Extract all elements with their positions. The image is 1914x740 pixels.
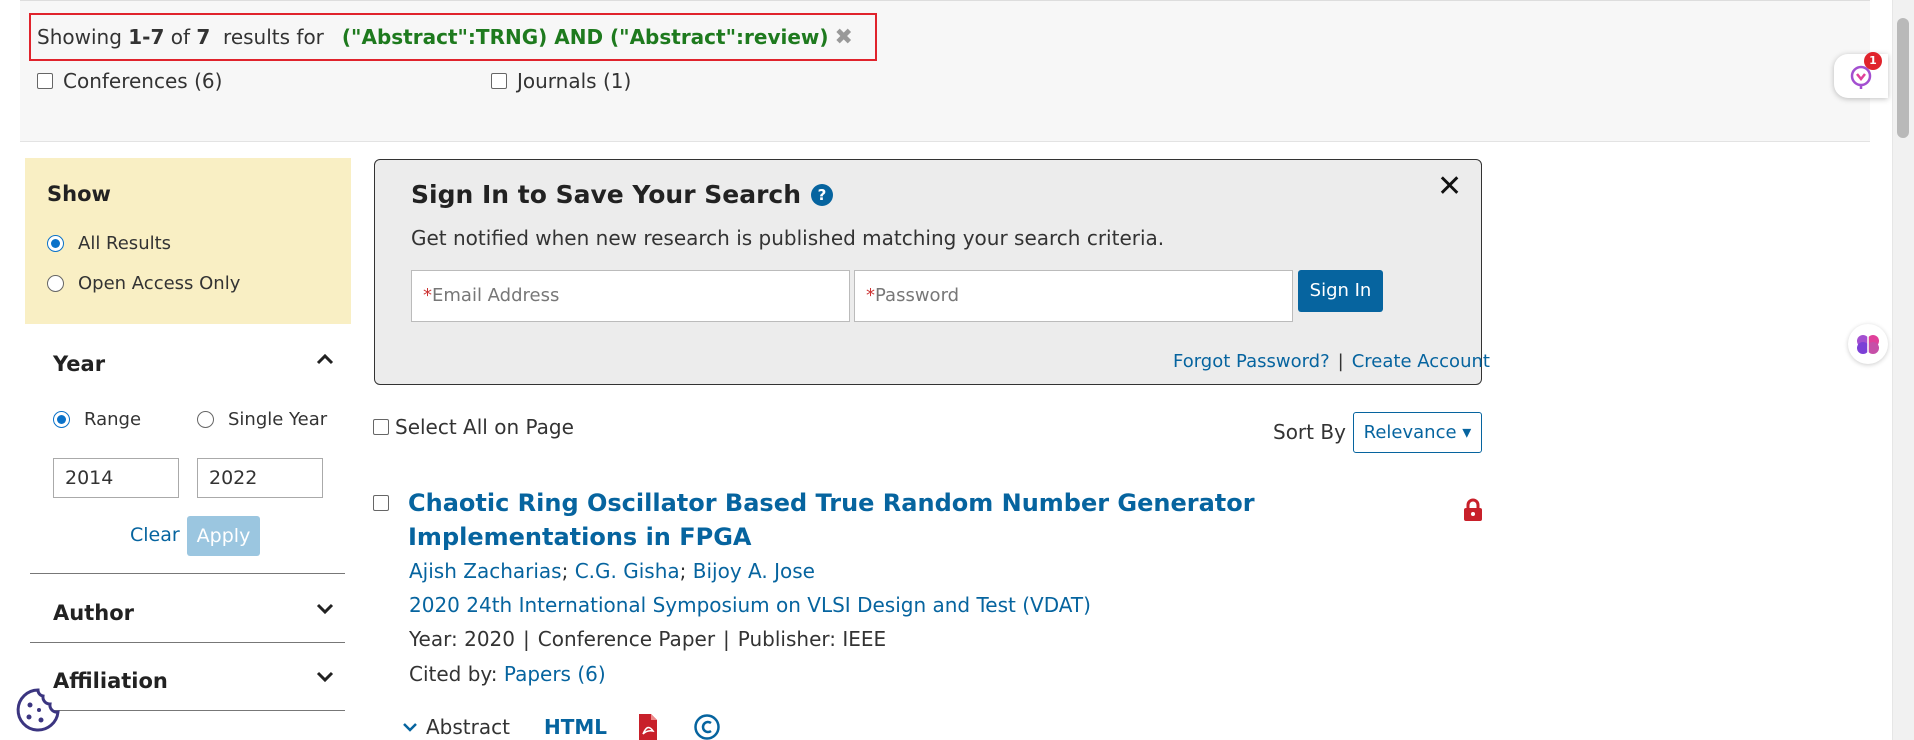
single-year-label: Single Year	[228, 409, 328, 430]
cited-papers-link[interactable]: Papers (6)	[504, 662, 606, 686]
show-open-access[interactable]: Open Access Only	[47, 273, 240, 294]
close-icon[interactable]: ✕	[1437, 172, 1462, 202]
select-all-checkbox[interactable]	[373, 419, 389, 435]
author-link[interactable]: C.G. Gisha	[575, 559, 680, 583]
year-range-label: Range	[84, 409, 142, 430]
page: Showing 1-7 of 7 results for ("Abstract"…	[0, 0, 1914, 740]
cited-by-label: Cited by:	[409, 662, 504, 686]
facet-journals-label: Journals (1)	[517, 69, 632, 93]
email-field[interactable]: *Email Address	[411, 270, 850, 322]
page-scrollbar-thumb[interactable]	[1897, 18, 1909, 138]
abstract-label: Abstract	[426, 715, 510, 739]
email-placeholder: Email Address	[432, 285, 560, 306]
required-mark: *	[866, 285, 875, 306]
all-results-label: All Results	[78, 233, 172, 254]
create-account-link[interactable]: Create Account	[1352, 351, 1490, 372]
open-access-radio[interactable]	[47, 275, 64, 292]
chevron-down-icon	[403, 723, 417, 732]
notification-badge: 1	[1864, 52, 1882, 70]
result-actions: Abstract HTML	[402, 713, 721, 740]
results-total: 7	[196, 25, 211, 49]
signin-panel-subtitle: Get notified when new research is publis…	[411, 226, 1165, 250]
single-year-radio[interactable]	[197, 411, 214, 428]
brain-widget[interactable]	[1848, 324, 1888, 364]
select-all-label: Select All on Page	[395, 415, 574, 439]
of-text: of	[170, 25, 191, 49]
link-separator: |	[1337, 351, 1344, 372]
sort-by-label: Sort By	[1273, 420, 1346, 444]
cookie-icon[interactable]	[15, 687, 61, 733]
author-link[interactable]: Ajish Zacharias	[409, 559, 562, 583]
forgot-password-link[interactable]: Forgot Password?	[1173, 351, 1330, 372]
search-query: ("Abstract":TRNG) AND ("Abstract":review…	[341, 25, 829, 49]
html-link[interactable]: HTML	[544, 715, 607, 739]
chevron-down-icon[interactable]	[316, 600, 334, 618]
brain-icon	[1857, 335, 1879, 354]
single-year-option[interactable]: Single Year	[197, 409, 327, 430]
year-range-option[interactable]: Range	[53, 409, 141, 430]
sidebar-divider	[30, 642, 345, 643]
result-select-checkbox[interactable]	[373, 495, 389, 511]
sidebar-divider	[30, 573, 345, 574]
result-venue-link[interactable]: 2020 24th International Symposium on VLS…	[409, 593, 1091, 617]
year-to-input[interactable]: 2022	[197, 458, 323, 498]
results-summary: Showing 1-7 of 7 results for ("Abstract"…	[29, 13, 877, 61]
facet-conferences-checkbox[interactable]	[37, 73, 53, 89]
clear-x-icon[interactable]: ✖	[835, 25, 853, 50]
show-all-results[interactable]: All Results	[47, 233, 171, 254]
help-icon[interactable]: ?	[811, 183, 834, 206]
showing-text: Showing	[37, 25, 122, 49]
year-range-radio[interactable]	[53, 411, 70, 428]
affiliation-filter-title[interactable]: Affiliation	[53, 669, 168, 693]
author-link[interactable]: Bijoy A. Jose	[693, 559, 815, 583]
password-field[interactable]: *Password	[854, 270, 1293, 322]
show-filter-title: Show	[47, 182, 111, 206]
facet-journals[interactable]: Journals (1)	[491, 69, 631, 93]
result-title-link[interactable]: Chaotic Ring Oscillator Based True Rando…	[408, 486, 1408, 554]
result-cited-by: Cited by: Papers (6)	[409, 662, 606, 686]
all-results-radio[interactable]	[47, 235, 64, 252]
signin-panel-title: Sign In to Save Your Search ?	[411, 180, 834, 209]
required-mark: *	[423, 285, 432, 306]
results-range: 1-7	[128, 25, 165, 49]
facet-journals-checkbox[interactable]	[491, 73, 507, 89]
password-placeholder: Password	[875, 285, 960, 306]
author-filter-title[interactable]: Author	[53, 601, 134, 625]
year-apply-button[interactable]: Apply	[187, 516, 260, 556]
result-authors: Ajish Zacharias; C.G. Gisha; Bijoy A. Jo…	[409, 559, 815, 583]
signin-button[interactable]: Sign In	[1298, 270, 1383, 312]
result-meta: Year: 2020 | Conference Paper | Publisher: I…	[409, 627, 887, 651]
pdf-icon[interactable]	[637, 713, 659, 740]
result-type: Conference Paper	[537, 627, 716, 651]
year-clear-link[interactable]: Clear	[130, 524, 180, 546]
copyright-icon[interactable]	[693, 713, 721, 740]
chevron-down-icon[interactable]	[316, 668, 334, 686]
select-all-on-page[interactable]: Select All on Page	[373, 415, 574, 439]
results-for-text: results for	[223, 25, 324, 49]
signin-links: Forgot Password? | Create Account	[1173, 351, 1490, 372]
open-access-label: Open Access Only	[78, 273, 241, 294]
result-publisher: Publisher: IEEE	[737, 627, 887, 651]
lock-icon	[1464, 498, 1482, 521]
year-filter-title[interactable]: Year	[53, 352, 105, 376]
sort-dropdown[interactable]: Relevance ▾	[1353, 412, 1482, 453]
abstract-toggle[interactable]: Abstract	[402, 715, 510, 739]
sidebar-divider	[30, 710, 345, 711]
result-year: Year: 2020	[409, 627, 515, 651]
chevron-up-icon[interactable]	[316, 350, 334, 368]
facet-conferences[interactable]: Conferences (6)	[37, 69, 222, 93]
year-from-input[interactable]: 2014	[53, 458, 179, 498]
facet-conferences-label: Conferences (6)	[63, 69, 223, 93]
signin-title-text: Sign In to Save Your Search	[411, 180, 802, 209]
